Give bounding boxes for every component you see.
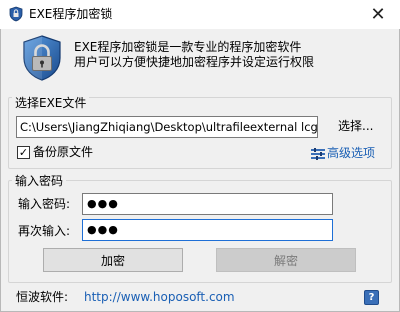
website-link[interactable]: http://www.hoposoft.com: [84, 290, 235, 305]
help-icon[interactable]: ?: [364, 290, 379, 305]
window-title: EXE程序加密锁: [29, 7, 113, 21]
confirm-password-input[interactable]: ●●●: [82, 219, 333, 241]
browse-button[interactable]: 选择...: [338, 118, 373, 134]
encrypt-button[interactable]: 加密: [43, 248, 183, 272]
description-line-1: EXE程序加密锁是一款专业的程序加密软件: [74, 40, 302, 54]
exe-path-input[interactable]: C:\Users\JiangZhiqiang\Desktop\ultrafile…: [16, 116, 318, 138]
password-label: 输入密码:: [18, 197, 71, 211]
decrypt-button[interactable]: 解密: [216, 248, 356, 272]
shield-lock-icon: [23, 35, 61, 81]
advanced-options-label: 高级选项: [327, 146, 376, 160]
checkmark-icon: ✓: [18, 146, 29, 159]
title-bar: EXE程序加密锁 ✕: [0, 0, 400, 29]
company-label: 恒波软件:: [16, 290, 69, 304]
password-input[interactable]: ●●●: [82, 193, 333, 215]
password-group-title: 输入密码: [12, 174, 67, 188]
settings-sliders-icon: [311, 147, 325, 160]
app-shield-icon: [9, 6, 23, 22]
file-group-title: 选择EXE文件: [12, 96, 90, 110]
close-button[interactable]: ✕: [356, 0, 400, 29]
backup-checkbox-label[interactable]: 备份原文件: [33, 145, 93, 160]
description-line-2: 用户可以方便快捷地加密程序并设定运行权限: [74, 55, 315, 69]
confirm-password-label: 再次输入:: [18, 224, 71, 238]
close-icon: ✕: [370, 4, 386, 25]
backup-checkbox[interactable]: ✓: [17, 146, 30, 159]
advanced-options-link[interactable]: 高级选项: [311, 146, 375, 161]
